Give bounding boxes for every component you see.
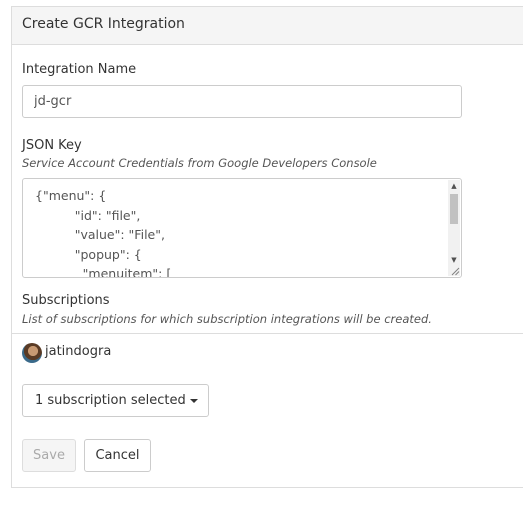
panel-heading: Create GCR Integration xyxy=(12,7,523,45)
save-button[interactable]: Save xyxy=(22,439,76,472)
dropdown-label: 1 subscription selected xyxy=(35,393,186,408)
user-name: jatindogra xyxy=(45,344,112,359)
json-key-content[interactable]: {"menu": { "id": "file", "value": "File"… xyxy=(35,186,445,277)
cancel-button[interactable]: Cancel xyxy=(84,439,151,472)
json-key-label: JSON Key xyxy=(22,138,82,153)
caret-down-icon xyxy=(189,398,198,403)
panel-title: Create GCR Integration xyxy=(22,16,185,32)
subscriptions-help: List of subscriptions for which subscrip… xyxy=(22,312,432,326)
integration-name-label: Integration Name xyxy=(22,62,137,77)
create-integration-panel: Create GCR Integration Integration Name … xyxy=(11,6,523,488)
subscription-dropdown-button[interactable]: 1 subscription selected xyxy=(22,384,209,417)
subscriptions-label: Subscriptions xyxy=(22,293,110,308)
json-key-textarea[interactable]: {"menu": { "id": "file", "value": "File"… xyxy=(22,178,462,278)
integration-name-input[interactable] xyxy=(22,85,462,118)
json-key-help: Service Account Credentials from Google … xyxy=(22,156,377,170)
arrow-down-icon[interactable]: ▼ xyxy=(448,254,460,266)
divider xyxy=(12,333,523,334)
avatar xyxy=(22,343,42,363)
scrollbar-thumb[interactable] xyxy=(450,194,458,224)
resize-grip-icon[interactable] xyxy=(451,267,460,276)
arrow-up-icon[interactable]: ▲ xyxy=(448,180,460,192)
textarea-scrollbar[interactable]: ▲ ▼ xyxy=(448,180,460,276)
